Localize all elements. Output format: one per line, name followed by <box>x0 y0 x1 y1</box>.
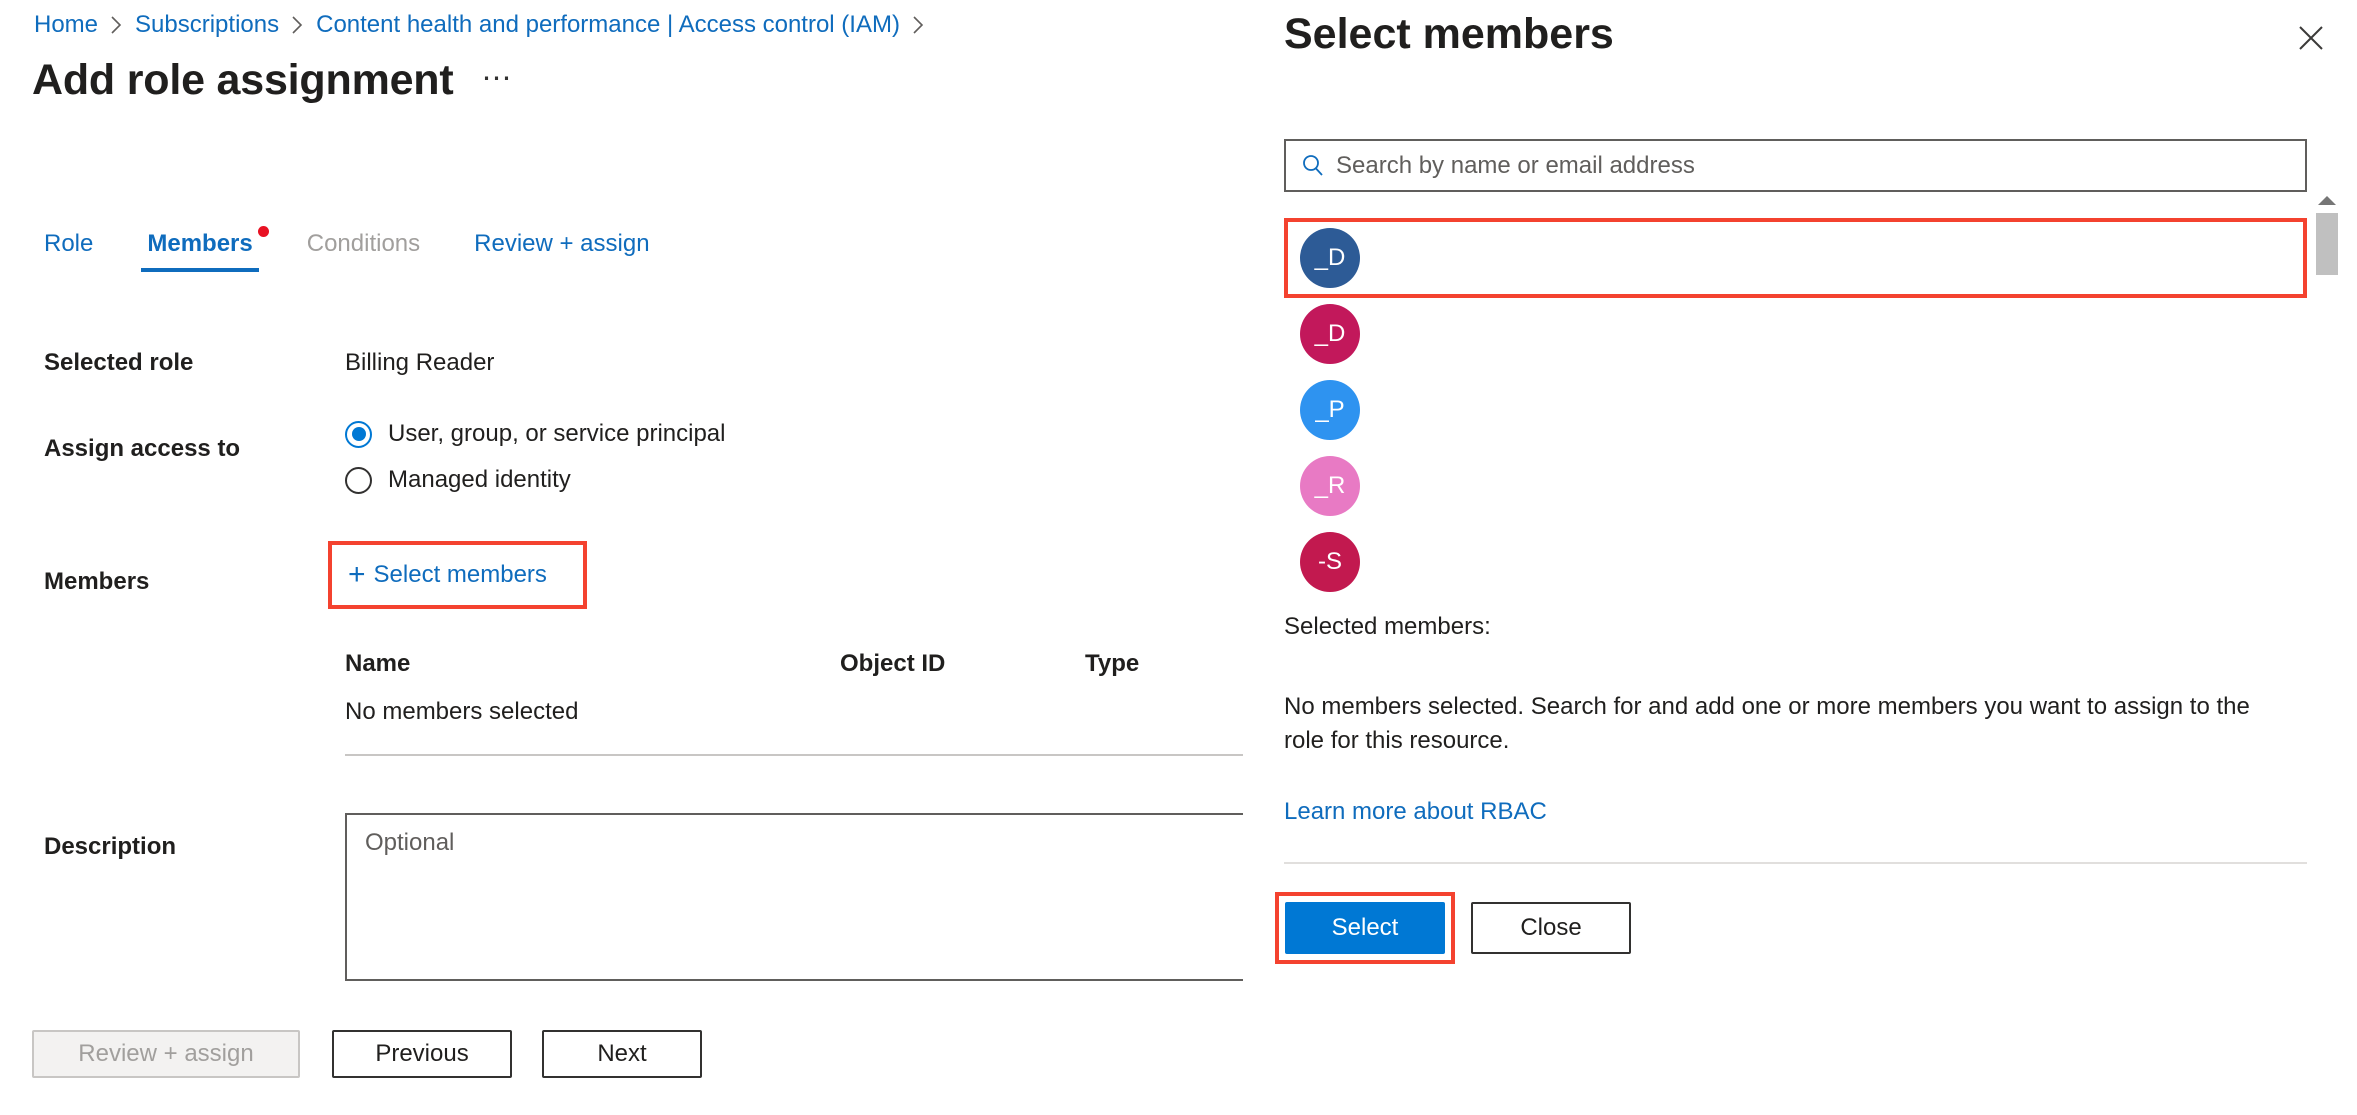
assign-access-to-label: Assign access to <box>44 435 241 462</box>
app-root: Home Subscriptions Content health and pe… <box>0 0 2357 1115</box>
close-icon[interactable] <box>2289 16 2333 60</box>
plus-icon: + <box>348 558 366 591</box>
list-item[interactable]: _D <box>1284 296 2307 372</box>
member-results-list: _D _D _P _R -S <box>1284 218 2307 600</box>
selected-members-empty-message: No members selected. Search for and add … <box>1284 693 2250 754</box>
select-members-flyout: Select members _D <box>1243 0 2357 1115</box>
more-options-button[interactable]: ⋯ <box>482 64 513 94</box>
members-table: Name Object ID Type No members selected <box>345 650 1245 756</box>
page-title-row: Add role assignment ⋯ <box>32 55 513 105</box>
scrollbar-thumb[interactable] <box>2316 213 2338 275</box>
radio-unselected-icon <box>345 466 372 494</box>
next-button[interactable]: Next <box>542 1030 702 1078</box>
list-item[interactable]: _D <box>1284 218 2307 298</box>
list-item[interactable]: -S <box>1284 524 2307 600</box>
avatar-initials: -S <box>1318 548 1342 575</box>
tab-members-label: Members <box>147 230 253 257</box>
tab-role-label: Role <box>44 230 94 257</box>
divider <box>1284 862 2307 864</box>
radio-user-group-service-principal-label: User, group, or service principal <box>388 420 726 447</box>
radio-managed-identity[interactable]: Managed identity <box>345 466 725 494</box>
previous-button[interactable]: Previous <box>332 1030 512 1078</box>
wizard-footer: Review + assign Previous Next <box>32 1030 702 1078</box>
avatar-initials: _D <box>1314 244 1346 271</box>
tab-attention-dot-icon <box>257 226 269 237</box>
cell-type <box>1085 698 1245 726</box>
breadcrumb-item-subscriptions[interactable]: Subscriptions <box>135 10 279 40</box>
description-input[interactable] <box>345 813 1245 981</box>
select-members-annotation-box: + Select members <box>328 541 587 609</box>
tab-conditions-label: Conditions <box>306 230 421 257</box>
tab-conditions[interactable]: Conditions <box>299 230 428 272</box>
avatar-initials: _D <box>1314 320 1346 347</box>
avatar: _D <box>1300 228 1360 288</box>
avatar: _P <box>1300 380 1360 440</box>
review-assign-button[interactable]: Review + assign <box>32 1030 300 1078</box>
table-header-row: Name Object ID Type <box>345 650 1245 698</box>
assign-access-to-radio-group: User, group, or service principal Manage… <box>345 420 725 512</box>
select-members-button-label: Select members <box>373 561 547 588</box>
breadcrumb: Home Subscriptions Content health and pe… <box>34 10 937 40</box>
description-label: Description <box>44 833 177 860</box>
tab-review-assign-label: Review + assign <box>474 230 650 257</box>
wizard-tabs: Role Members Conditions Review + assign <box>36 226 696 272</box>
chevron-right-icon <box>110 15 123 35</box>
member-list-scrollbar[interactable] <box>2315 196 2339 516</box>
tab-review-assign[interactable]: Review + assign <box>466 230 657 272</box>
breadcrumb-item-home[interactable]: Home <box>34 10 98 40</box>
list-item[interactable]: _P <box>1284 372 2307 448</box>
column-header-object-id: Object ID <box>840 650 946 677</box>
column-header-type: Type <box>1085 650 1140 677</box>
select-members-button[interactable]: + Select members <box>332 545 583 605</box>
search-input[interactable] <box>1336 141 2305 190</box>
tab-members[interactable]: Members <box>139 226 269 272</box>
chevron-right-icon <box>291 15 304 35</box>
member-search-box[interactable] <box>1284 139 2307 192</box>
avatar-initials: _P <box>1315 396 1345 423</box>
table-row: No members selected <box>345 698 1245 756</box>
cell-name: No members selected <box>345 698 579 725</box>
scroll-up-arrow-icon[interactable] <box>2318 196 2336 205</box>
flyout-title: Select members <box>1284 10 1614 58</box>
column-header-name: Name <box>345 650 411 677</box>
flyout-actions: Select Close <box>1275 892 1631 964</box>
breadcrumb-item-access-control[interactable]: Content health and performance | Access … <box>316 10 900 40</box>
select-button[interactable]: Select <box>1285 902 1445 954</box>
close-button[interactable]: Close <box>1471 902 1631 954</box>
learn-more-rbac-link[interactable]: Learn more about RBAC <box>1284 798 1547 826</box>
selected-members-label: Selected members: <box>1284 613 1491 640</box>
avatar: -S <box>1300 532 1360 592</box>
chevron-right-icon <box>912 15 925 35</box>
avatar: _R <box>1300 456 1360 516</box>
members-label: Members <box>44 568 150 595</box>
select-button-annotation-box: Select <box>1275 892 1455 964</box>
radio-user-group-service-principal[interactable]: User, group, or service principal <box>345 420 725 448</box>
selected-role-label: Selected role <box>44 349 194 376</box>
page-title: Add role assignment <box>32 56 454 104</box>
cell-object-id <box>840 698 1085 726</box>
radio-managed-identity-label: Managed identity <box>388 466 571 493</box>
avatar: _D <box>1300 304 1360 364</box>
radio-selected-icon <box>345 420 372 448</box>
avatar-initials: _R <box>1314 472 1346 499</box>
tab-role[interactable]: Role <box>36 230 101 272</box>
search-icon <box>1300 153 1326 179</box>
add-role-assignment-pane: Home Subscriptions Content health and pe… <box>0 0 1245 1115</box>
selected-role-value: Billing Reader <box>345 349 495 376</box>
list-item[interactable]: _R <box>1284 448 2307 524</box>
